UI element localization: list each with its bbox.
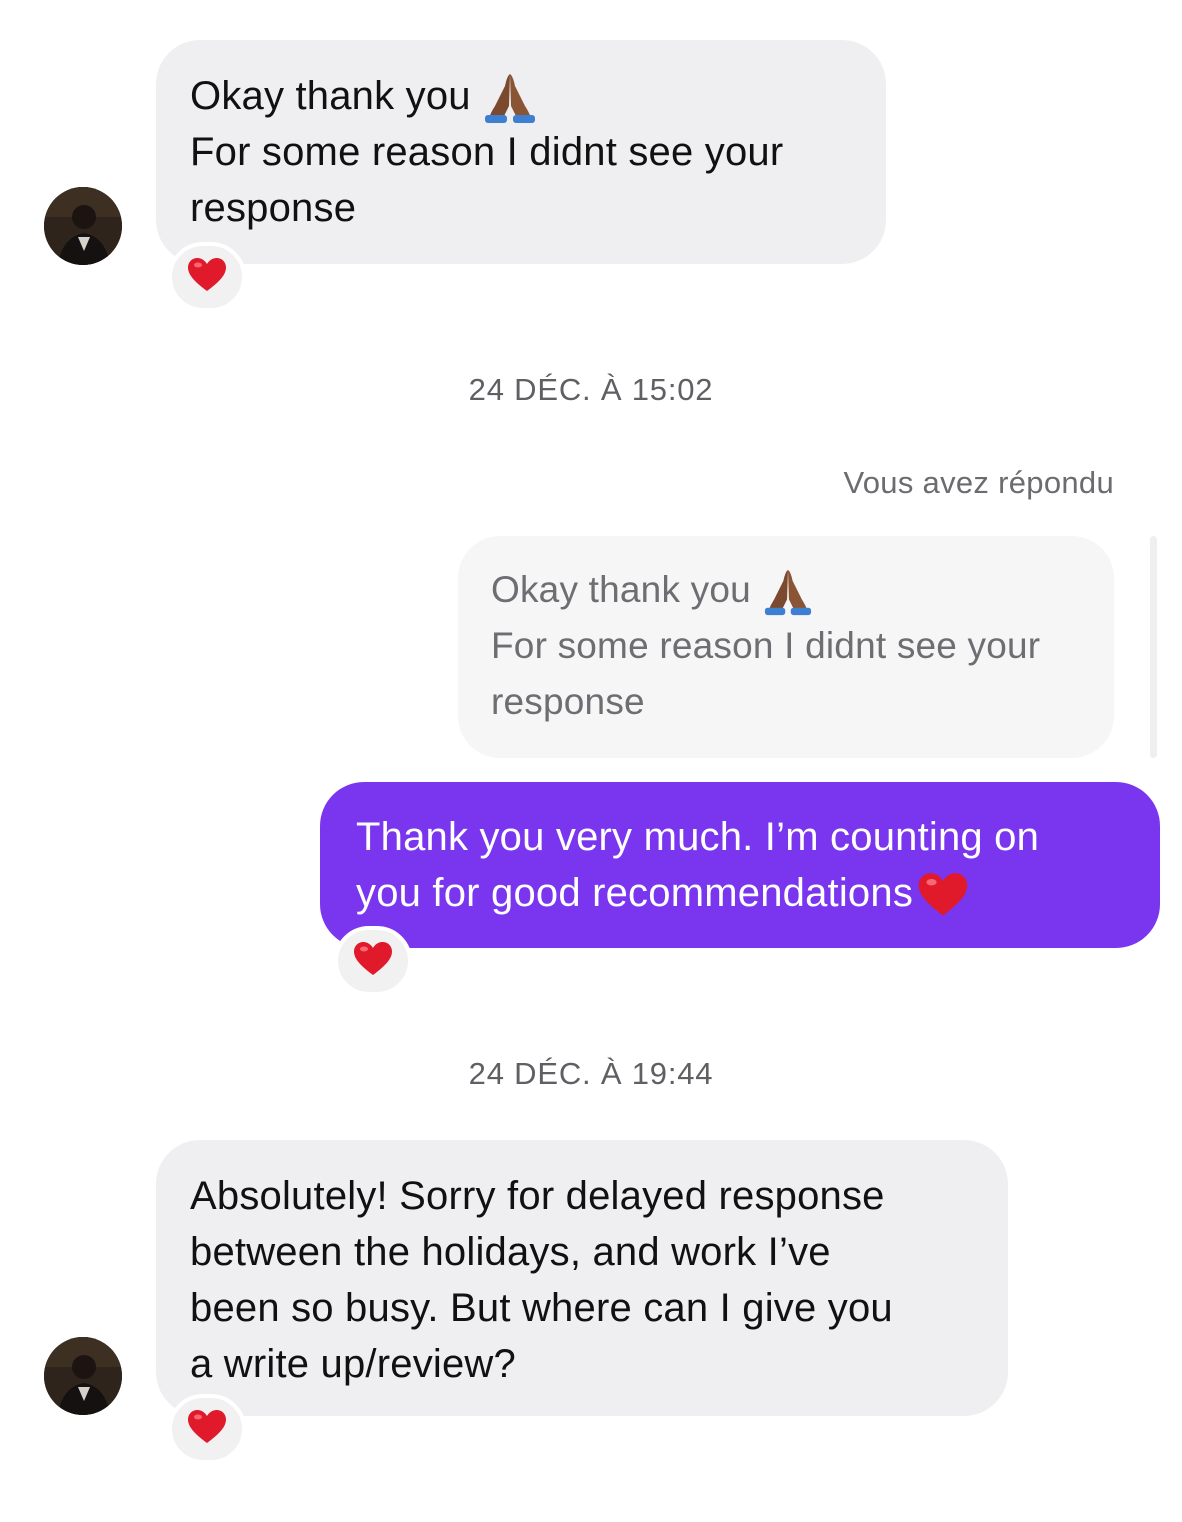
incoming-message-bubble[interactable]: Absolutely! Sorry for delayed response b… <box>156 1140 1008 1416</box>
quoted-text-line: Okay thank you <box>491 569 751 610</box>
heart-icon <box>353 941 393 982</box>
message-text-line: between the holidays, and work I’ve <box>190 1230 831 1274</box>
quoted-text-line: For some reason I didnt see your <box>491 625 1041 666</box>
heart-icon <box>917 872 969 918</box>
heart-icon <box>187 257 227 298</box>
quoted-text-line: response <box>491 681 645 722</box>
folded-hands-icon <box>761 568 815 616</box>
heart-reaction[interactable] <box>334 926 412 996</box>
message-text-line: response <box>190 186 357 231</box>
contact-avatar[interactable] <box>44 187 122 265</box>
quote-indicator-bar <box>1150 536 1157 758</box>
heart-icon <box>187 1409 227 1450</box>
message-timestamp: 24 DÉC. À 19:44 <box>468 1056 714 1091</box>
outgoing-message-bubble[interactable]: Thank you very much. I’m counting on you… <box>320 782 1160 948</box>
message-timestamp: 24 DÉC. À 15:02 <box>468 372 714 407</box>
message-text-line: a write up/review? <box>190 1342 516 1386</box>
message-text-line: you for good recommendations <box>356 871 914 915</box>
incoming-message-bubble[interactable]: Okay thank you For some reason I didnt s… <box>156 40 886 264</box>
folded-hands-icon <box>481 72 539 124</box>
message-text-line: Absolutely! Sorry for delayed response <box>190 1174 885 1218</box>
message-text-line: For some reason I didnt see your <box>190 130 784 175</box>
contact-avatar[interactable] <box>44 1337 122 1415</box>
reply-label: Vous avez répondu <box>843 465 1114 500</box>
message-text-line: been so busy. But where can I give you <box>190 1286 893 1330</box>
heart-reaction[interactable] <box>168 1394 246 1464</box>
heart-reaction[interactable] <box>168 242 246 312</box>
message-text-line: Thank you very much. I’m counting on <box>356 815 1040 859</box>
quoted-message-bubble[interactable]: Okay thank you For some reason I didnt s… <box>458 536 1114 758</box>
message-text-line: Okay thank you <box>190 74 471 118</box>
